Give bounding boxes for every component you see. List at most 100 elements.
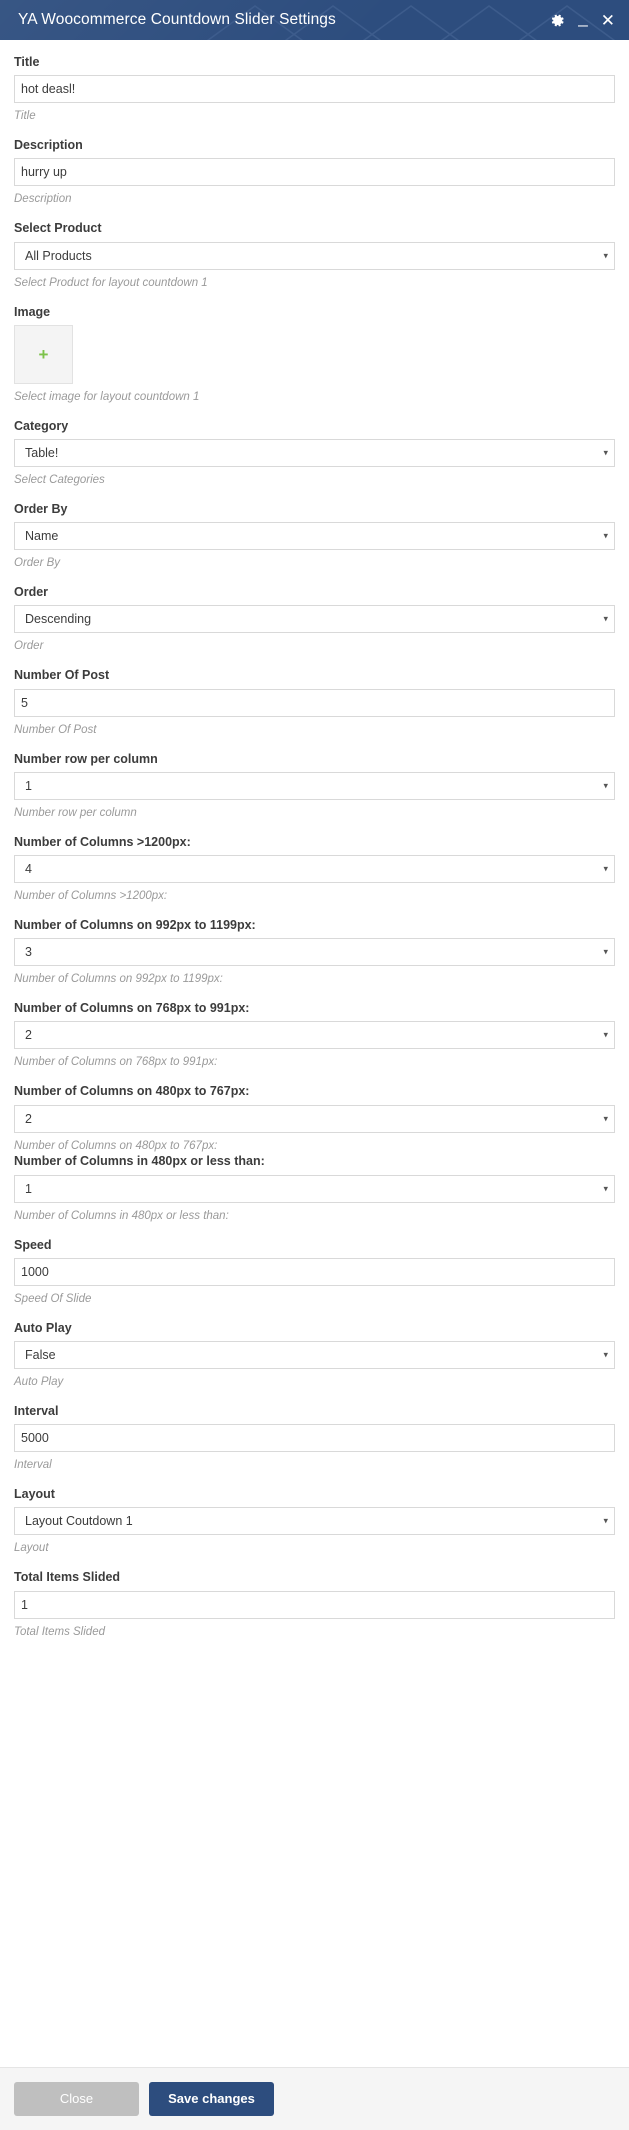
field-order-by: Order By Name ▾ Order By [14,501,615,571]
field-help: Select Categories [14,474,105,486]
select-value: 4 [25,861,32,876]
speed-input[interactable] [14,1257,615,1286]
field-label: Layout [14,1487,55,1502]
chevron-down-icon: ▾ [603,1183,608,1194]
chevron-down-icon: ▾ [603,250,608,261]
field-label: Number Of Post [14,668,110,683]
field-label: Auto Play [14,1320,72,1335]
field-help: Description [14,193,72,206]
plus-icon: + [38,344,49,364]
field-auto-play: Auto Play False ▾ Auto Play [14,1320,615,1390]
chevron-down-icon: ▾ [603,780,608,791]
chevron-down-icon: ▾ [603,1029,608,1040]
columns-992-1199-dropdown[interactable]: 3 ▾ [14,938,615,967]
field-help: Number of Columns on 768px to 991px: [14,1056,218,1069]
field-description: Description Description [14,137,615,207]
field-label: Order By [14,501,68,516]
select-value: 3 [25,945,32,960]
modal-footer: Close Save changes [0,2067,629,2130]
field-help: Auto Play [14,1376,64,1389]
category-dropdown[interactable]: Table! ▾ [14,439,615,467]
save-changes-button[interactable]: Save changes [149,2082,274,2116]
modal-titlebar: YA Woocommerce Countdown Slider Settings… [0,0,629,40]
field-category: Category Table! ▾ Select Categories [14,418,615,488]
select-value: Table! [25,446,59,460]
field-number-of-post: Number Of Post Number Of Post [14,667,615,737]
field-help: Number Of Post [14,723,97,736]
chevron-down-icon: ▾ [603,530,608,541]
image-upload-button[interactable]: + [14,324,73,384]
field-help: Order By [14,557,61,570]
field-help: Speed Of Slide [14,1292,92,1305]
field-help: Title [14,110,36,123]
field-help: Number of Columns >1200px: [14,889,168,902]
chevron-down-icon: ▾ [603,1515,608,1526]
select-value: Layout Coutdown 1 [25,1514,133,1529]
field-help: Number of Columns on 480px to 767px: [14,1139,218,1152]
columns-768-991-dropdown[interactable]: 2 ▾ [14,1021,615,1050]
columns-above-1200-dropdown[interactable]: 4 ▾ [14,854,615,883]
field-label: Speed [14,1237,52,1252]
description-input[interactable] [14,158,615,187]
field-label: Number of Columns >1200px: [14,834,191,849]
field-help: Select Product for layout countdown 1 [14,276,208,289]
field-total-items-slided: Total Items Slided Total Items Slided [14,1569,615,1639]
field-label: Total Items Slided [14,1570,121,1585]
field-image: Image + Select image for layout countdow… [14,304,615,405]
chevron-down-icon: ▾ [603,613,608,624]
field-columns-992-1199: Number of Columns on 992px to 1199px: 3 … [14,917,615,987]
field-label: Number of Columns on 768px to 991px: [14,1001,250,1016]
chevron-down-icon: ▾ [603,863,608,874]
total-items-slided-input[interactable] [14,1590,615,1619]
columns-480-767-dropdown[interactable]: 2 ▾ [14,1104,615,1133]
auto-play-dropdown[interactable]: False ▾ [14,1341,615,1370]
interval-input[interactable] [14,1424,615,1453]
field-help: Select image for layout countdown 1 [14,390,200,403]
field-columns-below-480: Number of Columns in 480px or less than:… [14,1153,615,1223]
field-columns-480-767: Number of Columns on 480px to 767px: 2 ▾… [14,1083,615,1153]
field-number-row-per-column: Number row per column 1 ▾ Number row per… [14,751,615,821]
settings-modal: YA Woocommerce Countdown Slider Settings… [0,0,629,2130]
field-help: Number of Columns in 480px or less than: [14,1209,229,1222]
field-columns-above-1200: Number of Columns >1200px: 4 ▾ Number of… [14,834,615,904]
minimize-icon[interactable]: _ [578,9,587,26]
select-value: Descending [25,612,92,627]
field-layout: Layout Layout Coutdown 1 ▾ Layout [14,1486,615,1556]
chevron-down-icon: ▾ [603,946,608,957]
field-label: Number of Columns on 480px to 767px: [14,1084,250,1099]
chevron-down-icon: ▾ [603,447,608,458]
select-product-dropdown[interactable]: All Products ▾ [14,241,615,270]
title-input[interactable] [14,75,615,104]
select-value: 2 [25,1111,32,1126]
settings-form: Title Title Description Description Sele… [0,40,629,2067]
close-button[interactable]: Close [14,2082,139,2116]
select-value: False [25,1348,56,1363]
field-help: Number row per column [14,806,137,819]
field-order: Order Descending ▾ Order [14,584,615,654]
order-by-dropdown[interactable]: Name ▾ [14,522,615,551]
field-label: Interval [14,1404,59,1418]
select-value: Name [25,529,59,544]
modal-title: YA Woocommerce Countdown Slider Settings [18,11,336,28]
field-label: Title [14,55,40,69]
chevron-down-icon: ▾ [603,1113,608,1123]
field-label: Category [14,418,69,433]
order-dropdown[interactable]: Descending ▾ [14,605,615,634]
field-help: Interval [14,1459,52,1472]
field-label: Image [14,304,51,319]
field-label: Number of Columns on 992px to 1199px: [14,917,256,932]
layout-dropdown[interactable]: Layout Coutdown 1 ▾ [14,1507,615,1536]
field-speed: Speed Speed Of Slide [14,1237,615,1307]
close-icon[interactable]: ✕ [601,12,615,29]
chevron-down-icon: ▾ [603,1349,608,1360]
select-value: 1 [25,778,32,793]
field-columns-768-991: Number of Columns on 768px to 991px: 2 ▾… [14,1000,615,1070]
gear-icon[interactable] [550,13,565,28]
field-label: Order [14,585,49,600]
field-help: Number of Columns on 992px to 1199px: [14,973,223,986]
number-row-per-column-dropdown[interactable]: 1 ▾ [14,771,615,800]
field-help: Layout [14,1542,49,1555]
number-of-post-input[interactable] [14,688,615,717]
field-interval: Interval Interval [14,1403,615,1473]
columns-below-480-dropdown[interactable]: 1 ▾ [14,1174,615,1203]
